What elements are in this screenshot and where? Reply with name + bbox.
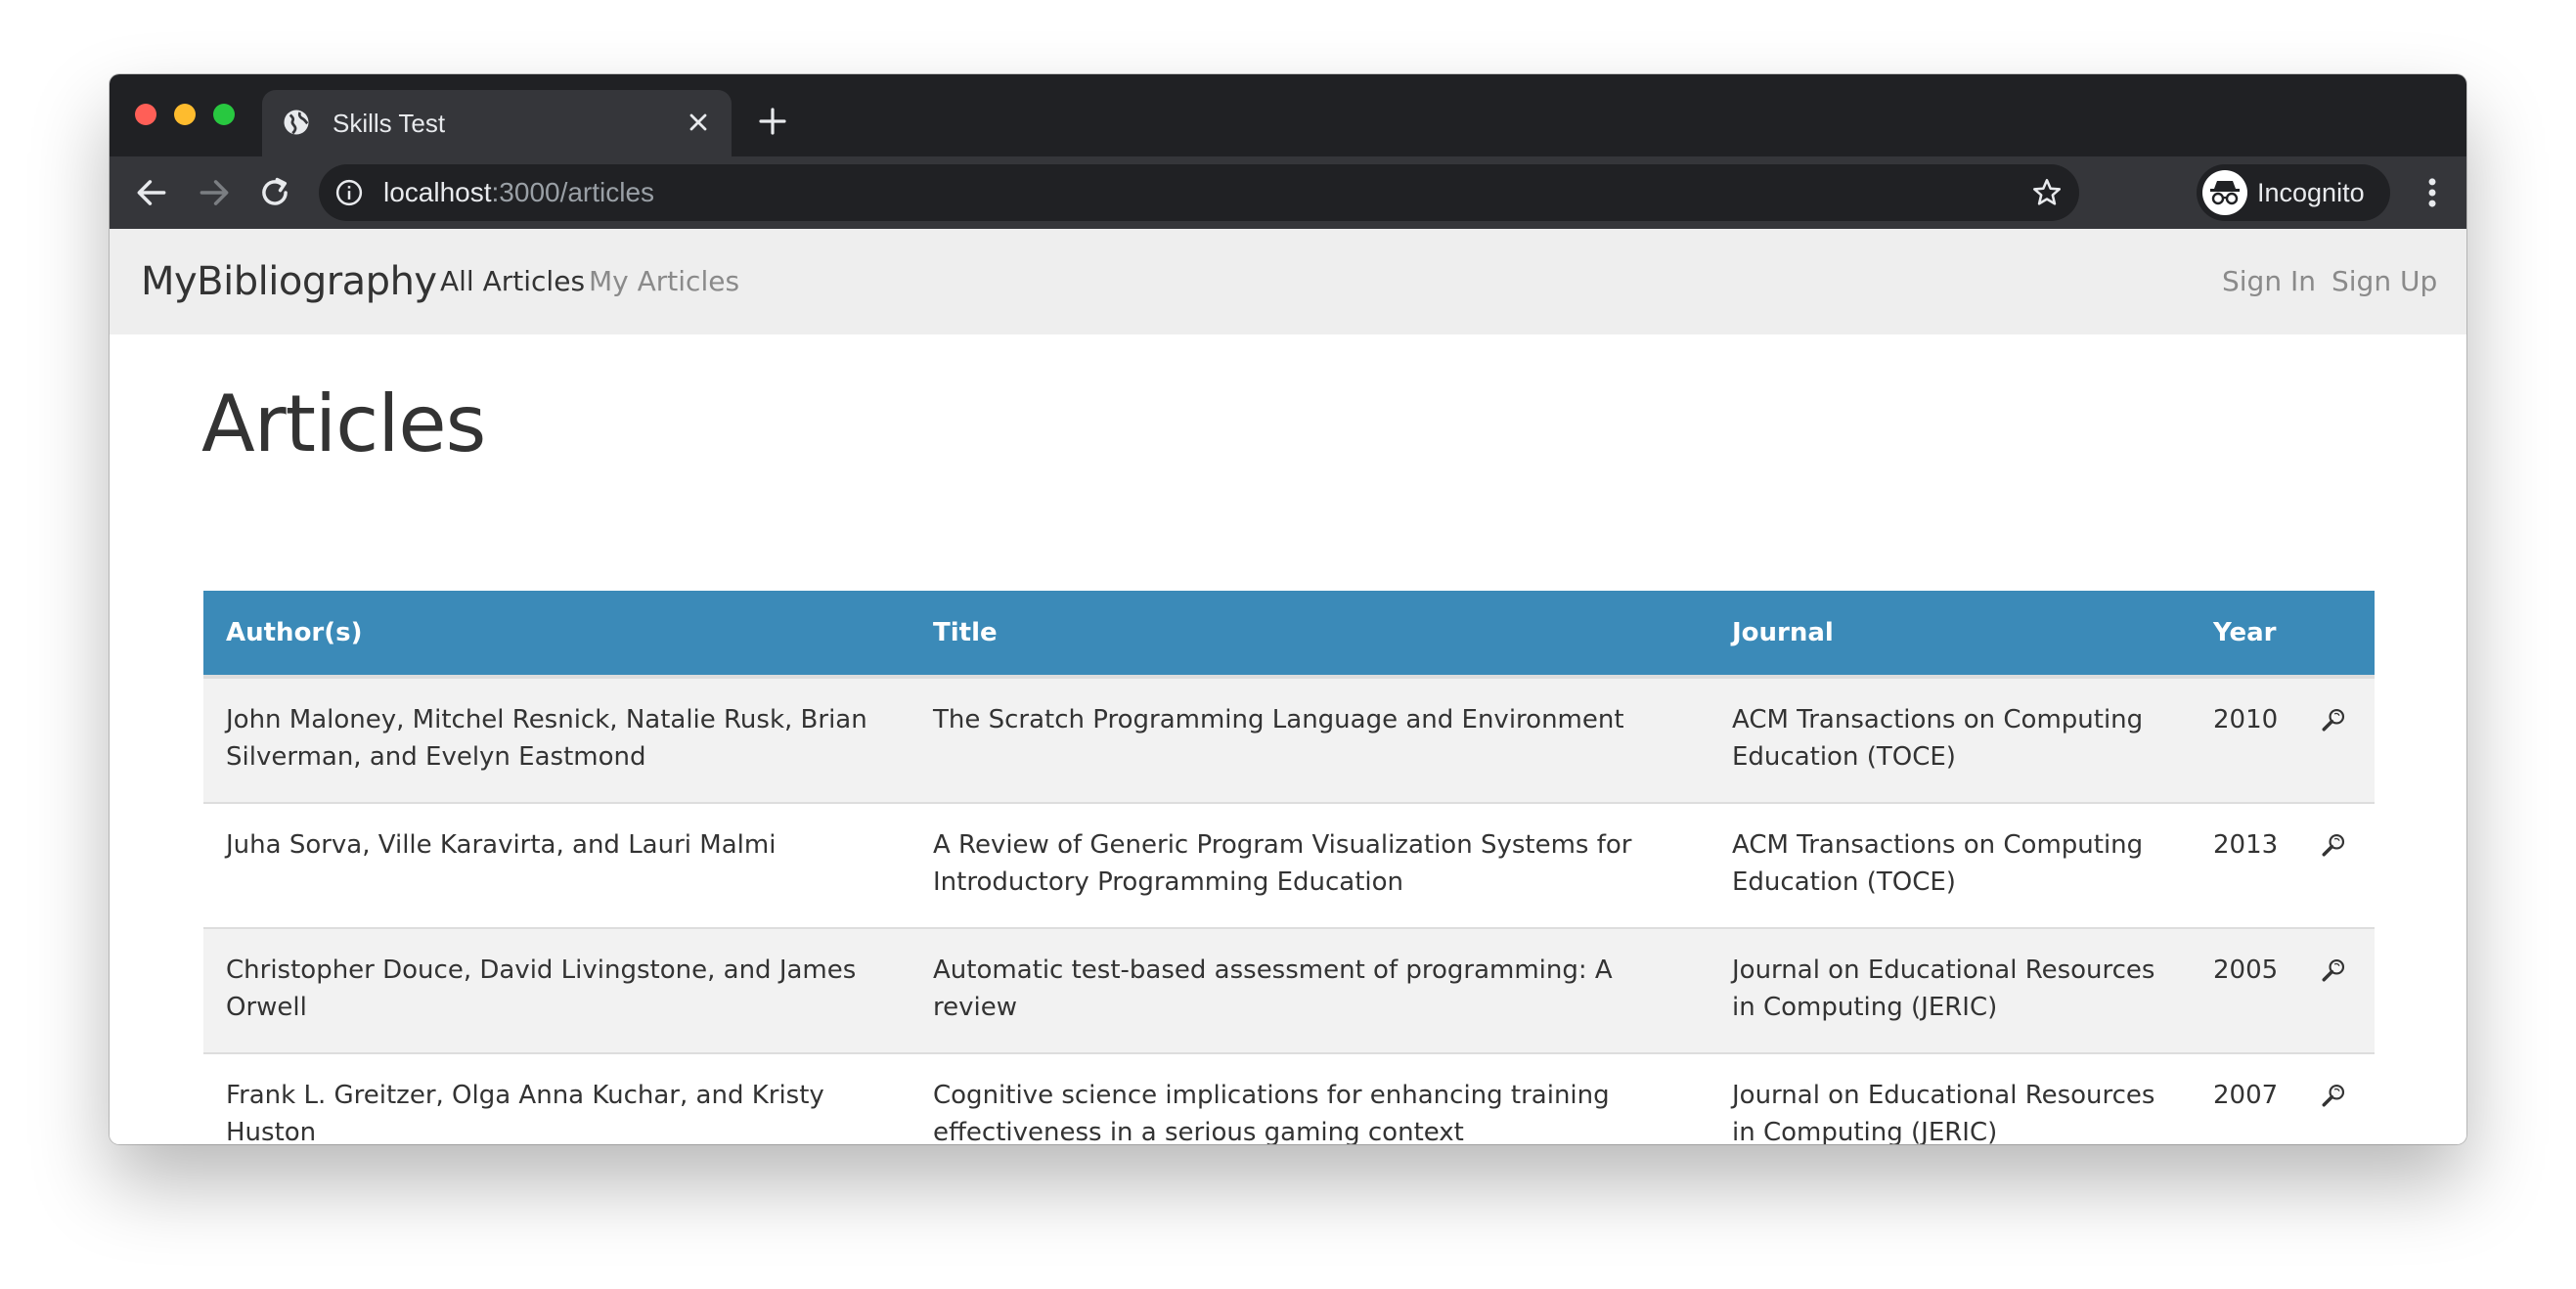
url-text: localhost:3000/articles [383, 176, 654, 209]
cell-journal: Journal on Educational Resources in Comp… [1710, 1052, 2191, 1144]
cell-action [2296, 677, 2375, 803]
browser-tab[interactable]: Skills Test [262, 90, 732, 156]
url-path: :3000/articles [491, 177, 655, 207]
cell-year: 2005 [2191, 927, 2296, 1053]
page-title: Articles [201, 378, 486, 469]
site-navbar: MyBibliography All Articles My Articles … [110, 229, 2466, 334]
cell-title: Automatic test-based assessment of progr… [910, 927, 1710, 1053]
cell-action [2296, 1052, 2375, 1144]
cell-authors: Juha Sorva, Ville Karavirta, and Lauri M… [203, 802, 910, 928]
cell-title: The Scratch Programming Language and Env… [910, 677, 1710, 803]
cell-year: 2007 [2191, 1052, 2296, 1144]
incognito-badge[interactable]: Incognito [2197, 164, 2390, 221]
new-tab-icon[interactable] [757, 106, 788, 137]
address-bar[interactable]: localhost:3000/articles [319, 164, 2079, 221]
cell-title: A Review of Generic Program Visualizatio… [910, 802, 1710, 928]
column-header-year: Year [2191, 591, 2296, 679]
back-icon[interactable] [133, 174, 170, 211]
close-tab-icon[interactable] [685, 109, 712, 136]
table-row: Juha Sorva, Ville Karavirta, and Lauri M… [203, 802, 2375, 928]
info-icon[interactable] [334, 178, 364, 207]
reload-icon[interactable] [256, 174, 293, 211]
sign-up-link[interactable]: Sign Up [2332, 265, 2437, 298]
close-window-button[interactable] [135, 104, 156, 125]
incognito-label: Incognito [2257, 178, 2365, 207]
nav-all-articles[interactable]: All Articles [440, 265, 585, 298]
sign-in-link[interactable]: Sign In [2222, 265, 2316, 298]
magnifier-icon[interactable] [2321, 832, 2346, 858]
browser-window: Skills Test localhost:3000/articles Inco… [110, 74, 2466, 1144]
magnifier-icon[interactable] [2321, 707, 2346, 733]
cell-title: Cognitive science implications for enhan… [910, 1052, 1710, 1144]
articles-table: Author(s) Title Journal Year John Malone… [203, 591, 2375, 1144]
incognito-icon [2210, 181, 2240, 205]
column-header-journal: Journal [1710, 591, 2191, 679]
nav-my-articles[interactable]: My Articles [589, 265, 739, 298]
star-icon[interactable] [2030, 176, 2064, 209]
table-row: Christopher Douce, David Livingstone, an… [203, 927, 2375, 1053]
cell-year: 2013 [2191, 802, 2296, 928]
cell-action [2296, 927, 2375, 1053]
minimize-window-button[interactable] [174, 104, 196, 125]
column-header-actions [2296, 591, 2375, 679]
tab-strip: Skills Test [110, 74, 2466, 156]
column-header-title: Title [910, 591, 1710, 679]
magnifier-icon[interactable] [2321, 957, 2346, 983]
magnifier-icon[interactable] [2321, 1083, 2346, 1108]
cell-authors: Frank L. Greitzer, Olga Anna Kuchar, and… [203, 1052, 910, 1144]
maximize-window-button[interactable] [213, 104, 235, 125]
forward-icon[interactable] [196, 174, 233, 211]
globe-icon [284, 110, 309, 135]
cell-journal: Journal on Educational Resources in Comp… [1710, 927, 2191, 1053]
table-header-row: Author(s) Title Journal Year [203, 591, 2375, 679]
incognito-avatar [2202, 170, 2247, 215]
url-host: localhost [383, 177, 492, 207]
cell-authors: Christopher Douce, David Livingstone, an… [203, 927, 910, 1053]
web-page: MyBibliography All Articles My Articles … [110, 229, 2466, 1144]
cell-action [2296, 802, 2375, 928]
cell-authors: John Maloney, Mitchel Resnick, Natalie R… [203, 677, 910, 803]
site-brand[interactable]: MyBibliography [141, 258, 437, 305]
table-row: Frank L. Greitzer, Olga Anna Kuchar, and… [203, 1052, 2375, 1144]
column-header-authors: Author(s) [203, 591, 910, 679]
cell-journal: ACM Transactions on Computing Education … [1710, 802, 2191, 928]
more-menu-icon[interactable] [2418, 174, 2447, 211]
cell-journal: ACM Transactions on Computing Education … [1710, 677, 2191, 803]
browser-toolbar: localhost:3000/articles Incognito [110, 156, 2466, 229]
cell-year: 2010 [2191, 677, 2296, 803]
table-row: John Maloney, Mitchel Resnick, Natalie R… [203, 677, 2375, 803]
tab-title: Skills Test [333, 109, 446, 138]
